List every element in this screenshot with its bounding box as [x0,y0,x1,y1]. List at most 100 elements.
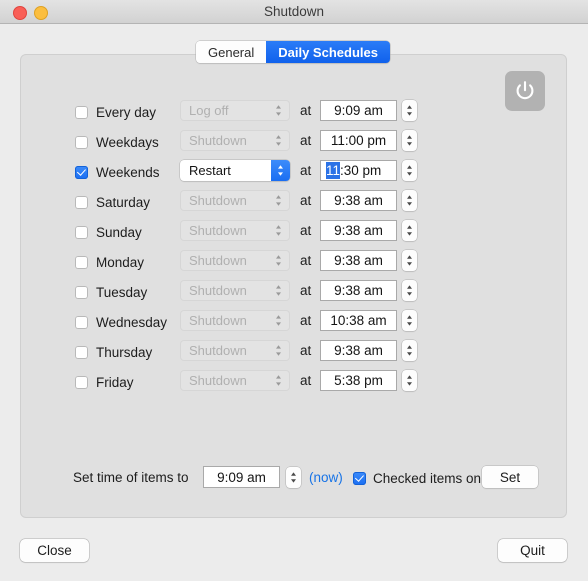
action-popup-thursday[interactable]: Shutdown [180,340,290,361]
time-stepper-wednesday[interactable] [402,310,417,331]
stepper-arrows-icon [407,285,412,296]
time-stepper-tuesday[interactable] [402,280,417,301]
stepper-arrows-icon [407,315,412,326]
time-stepper-weekdays[interactable] [402,130,417,151]
action-popup-monday[interactable]: Shutdown [180,250,290,271]
action-popup-value: Shutdown [189,343,247,358]
action-popup-value: Shutdown [189,253,247,268]
close-button[interactable]: Close [20,539,89,562]
time-field-tuesday[interactable]: 9:38 am [320,280,397,301]
schedule-checkbox-sunday[interactable]: Sunday [75,224,142,240]
at-label: at [300,193,312,208]
schedule-checkbox-tuesday[interactable]: Tuesday [75,284,147,300]
quit-button[interactable]: Quit [498,539,567,562]
stepper-arrows-icon [407,165,412,176]
action-popup-wednesday[interactable]: Shutdown [180,310,290,331]
action-popup-weekends[interactable]: Restart [180,160,290,181]
action-popup-tuesday[interactable]: Shutdown [180,280,290,301]
schedule-checkbox-weekends[interactable]: Weekends [75,164,160,180]
checkbox-box [75,315,88,329]
action-popup-value: Restart [189,163,231,178]
action-popup-value: Shutdown [189,193,247,208]
time-value: 9:38 am [334,343,383,358]
action-popup-every-day[interactable]: Log off [180,100,290,121]
time-field-monday[interactable]: 9:38 am [320,250,397,271]
time-field-every-day[interactable]: 9:09 am [320,100,397,121]
action-popup-saturday[interactable]: Shutdown [180,190,290,211]
set-button[interactable]: Set [482,466,538,488]
schedule-day-label: Weekends [96,164,160,180]
set-time-stepper[interactable] [286,467,301,488]
time-stepper-every-day[interactable] [402,100,417,121]
checkbox-box [75,135,88,149]
set-time-label: Set time of items to [73,470,189,485]
stepper-arrows-icon [407,225,412,236]
schedule-checkbox-saturday[interactable]: Saturday [75,194,150,210]
action-popup-sunday[interactable]: Shutdown [180,220,290,241]
chevron-updown-icon [271,160,290,181]
table-row: Tuesday Shutdown at 9:38 am [21,280,568,310]
stepper-arrows-icon [407,105,412,116]
stepper-arrows-icon [407,255,412,266]
at-label: at [300,163,312,178]
title-bar: Shutdown [0,0,588,24]
checkbox-box [75,285,88,299]
set-time-bar: Set time of items to 9:09 am (now) Check… [21,466,568,490]
action-popup-value: Shutdown [189,223,247,238]
schedule-day-label: Tuesday [96,284,148,300]
time-field-friday[interactable]: 5:38 pm [320,370,397,391]
time-field-thursday[interactable]: 9:38 am [320,340,397,361]
time-field-saturday[interactable]: 9:38 am [320,190,397,211]
tab-general[interactable]: General [196,41,267,63]
at-label: at [300,283,312,298]
shutdown-window: Shutdown General Daily Schedules Every d… [0,0,588,581]
stepper-arrows-icon [291,472,296,483]
schedule-day-label: Thursday [96,344,153,360]
time-stepper-weekends[interactable] [402,160,417,181]
chevron-updown-icon [276,285,281,296]
time-stepper-monday[interactable] [402,250,417,271]
time-field-wednesday[interactable]: 10:38 am [320,310,397,331]
time-value: 9:38 am [334,223,383,238]
time-stepper-saturday[interactable] [402,190,417,211]
now-link[interactable]: (now) [309,470,343,485]
schedule-checkbox-thursday[interactable]: Thursday [75,344,152,360]
window-title: Shutdown [263,4,325,19]
set-time-input[interactable]: 9:09 am [203,466,280,488]
time-stepper-thursday[interactable] [402,340,417,361]
schedule-checkbox-wednesday[interactable]: Wednesday [75,314,167,330]
time-field-weekdays[interactable]: 11:00 pm [320,130,397,151]
schedule-checkbox-friday[interactable]: Friday [75,374,134,390]
checked-items-only-checkbox[interactable]: Checked items only [353,470,491,486]
checkbox-box [75,165,88,179]
action-popup-value: Log off [189,103,229,118]
time-value: 10:38 am [330,313,387,328]
chevron-updown-icon [276,345,281,356]
checked-items-only-label: Checked items only [373,470,491,486]
table-row: Thursday Shutdown at 9:38 am [21,340,568,370]
schedules-panel: Every day Log off at 9:09 am Weekdays Sh… [20,54,567,518]
time-stepper-friday[interactable] [402,370,417,391]
tab-daily-schedules[interactable]: Daily Schedules [266,41,390,63]
checkbox-box [75,345,88,359]
schedule-day-label: Sunday [96,224,142,240]
stepper-arrows-icon [407,345,412,356]
table-row: Every day Log off at 9:09 am [21,100,568,130]
chevron-updown-icon [276,105,281,116]
chevron-updown-icon [276,195,281,206]
stepper-arrows-icon [407,135,412,146]
schedule-checkbox-monday[interactable]: Monday [75,254,144,270]
time-field-weekends[interactable]: 11:30 pm [320,160,397,181]
action-popup-weekdays[interactable]: Shutdown [180,130,290,151]
time-value: 11:00 pm [330,133,387,148]
at-label: at [300,223,312,238]
table-row: Weekdays Shutdown at 11:00 pm [21,130,568,160]
schedule-checkbox-weekdays[interactable]: Weekdays [75,134,159,150]
time-value: 9:09 am [334,103,383,118]
table-row: Friday Shutdown at 5:38 pm [21,370,568,400]
time-field-sunday[interactable]: 9:38 am [320,220,397,241]
schedule-day-label: Every day [96,104,157,120]
schedule-checkbox-every-day[interactable]: Every day [75,104,156,120]
action-popup-friday[interactable]: Shutdown [180,370,290,391]
time-stepper-sunday[interactable] [402,220,417,241]
